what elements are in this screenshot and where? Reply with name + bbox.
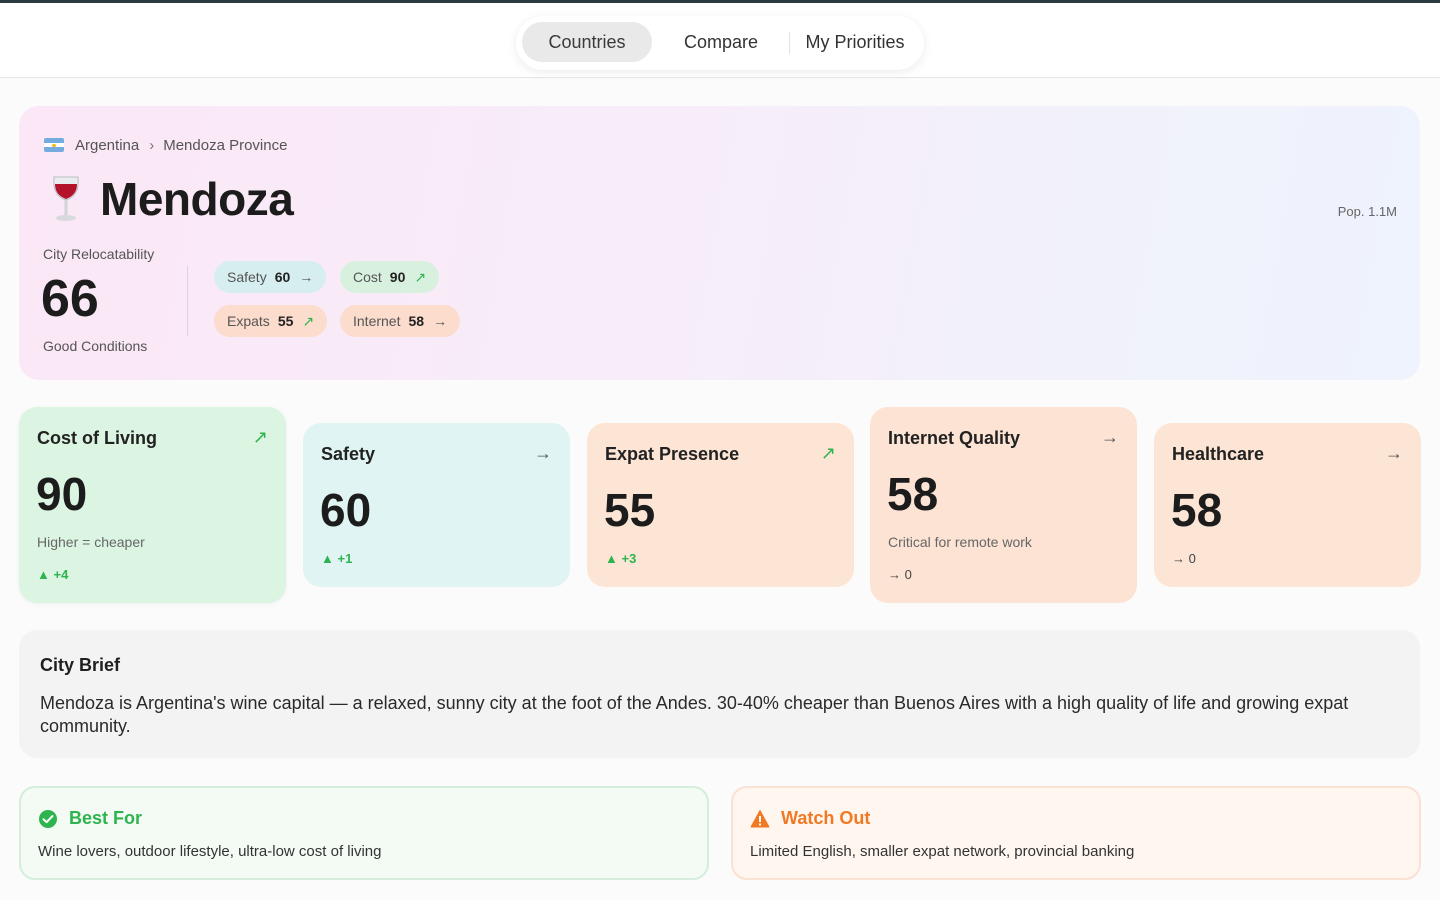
condition-label: Good Conditions <box>43 338 148 354</box>
argentina-flag-icon <box>44 138 64 152</box>
watch-out-card: Watch Out Limited English, smaller expat… <box>731 786 1421 880</box>
city-name: Mendoza <box>100 173 294 225</box>
arrow-right-icon: → <box>1385 443 1403 463</box>
triangle-up-icon: ▲ <box>605 551 618 566</box>
metric-value: 58 <box>1171 484 1223 536</box>
triangle-up-icon: ▲ <box>321 551 334 566</box>
arrow-up-right-icon: ↗ <box>252 427 268 447</box>
nav-divider <box>789 32 790 54</box>
city-brief-card: City Brief Mendoza is Argentina's wine c… <box>19 630 1420 758</box>
watch-out-text: Limited English, smaller expat network, … <box>750 843 1135 860</box>
metric-title: Safety <box>321 444 376 464</box>
relocatability-label: City Relocatability <box>43 246 155 262</box>
metric-title: Expat Presence <box>605 444 740 464</box>
best-for-text: Wine lovers, outdoor lifestyle, ultra-lo… <box>38 843 382 860</box>
warning-icon <box>750 809 770 827</box>
best-for-header: Best For <box>38 808 142 829</box>
metric-subtitle: Higher = cheaper <box>37 534 145 550</box>
top-navigation-bar: Countries Compare My Priorities <box>0 3 1440 78</box>
city-hero-card: Argentina › Mendoza Province Mendoza Pop… <box>19 106 1420 380</box>
chip-label: Expats <box>227 313 270 329</box>
metric-title: Healthcare <box>1172 444 1265 464</box>
metric-delta: ▲ +1 <box>321 551 353 566</box>
tab-my-priorities[interactable]: My Priorities <box>792 22 918 62</box>
chip-value: 90 <box>389 269 406 285</box>
tab-compare[interactable]: Compare <box>666 22 776 62</box>
metric-value: 90 <box>36 468 88 520</box>
nav-tab-group: Countries Compare My Priorities <box>516 16 924 70</box>
chip-label: Safety <box>227 269 267 285</box>
metric-card-expat-presence[interactable]: Expat Presence ↗ 55 ▲ +3 <box>587 423 854 587</box>
city-brief-title: City Brief <box>40 655 121 675</box>
metric-delta: ▲ +3 <box>605 551 637 566</box>
metric-subtitle: Critical for remote work <box>888 534 1032 550</box>
metric-delta: → 0 <box>888 567 912 582</box>
metric-card-safety[interactable]: Safety → 60 ▲ +1 <box>303 423 570 587</box>
arrow-up-right-icon: ↗ <box>414 268 427 285</box>
best-for-card: Best For Wine lovers, outdoor lifestyle,… <box>19 786 709 880</box>
score-divider <box>187 266 188 336</box>
metric-card-healthcare[interactable]: Healthcare → 58 → 0 <box>1154 423 1421 587</box>
chip-value: 55 <box>277 313 294 329</box>
breadcrumb: Argentina › Mendoza Province <box>44 135 287 155</box>
metric-delta: ▲ +4 <box>37 567 69 582</box>
chip-cost[interactable]: Cost 90 ↗ <box>340 261 440 293</box>
breadcrumb-region[interactable]: Mendoza Province <box>163 137 287 154</box>
chip-value: 58 <box>408 313 425 329</box>
metric-card-internet-quality[interactable]: Internet Quality → 58 Critical for remot… <box>870 407 1137 603</box>
arrow-right-icon: → <box>1101 427 1119 447</box>
arrow-right-icon: → <box>433 313 448 329</box>
chevron-right-icon: › <box>149 136 155 154</box>
watch-out-header: Watch Out <box>750 808 870 829</box>
relocatability-score: 66 <box>41 270 99 328</box>
metric-title: Cost of Living <box>37 428 157 448</box>
watch-out-title: Watch Out <box>781 808 871 828</box>
metric-value: 58 <box>887 468 939 520</box>
population-label: Pop. 1.1M <box>1337 204 1397 219</box>
chip-label: Internet <box>353 313 401 329</box>
chip-label: Cost <box>353 269 382 285</box>
chip-expats[interactable]: Expats 55 ↗ <box>214 305 328 337</box>
arrow-up-right-icon: ↗ <box>820 443 836 463</box>
arrow-right-icon: → <box>299 269 314 285</box>
chip-internet[interactable]: Internet 58 → <box>340 305 461 337</box>
arrow-up-right-icon: ↗ <box>302 312 315 329</box>
wine-glass-icon <box>44 174 88 224</box>
tab-countries[interactable]: Countries <box>522 22 652 62</box>
arrow-right-icon: → <box>888 567 901 582</box>
metric-title: Internet Quality <box>888 428 1021 448</box>
arrow-right-icon: → <box>534 443 552 463</box>
city-title-row: Mendoza <box>44 172 294 226</box>
breadcrumb-country[interactable]: Argentina <box>75 137 139 154</box>
metric-value: 60 <box>320 484 372 536</box>
check-circle-icon <box>39 809 57 828</box>
chip-value: 60 <box>274 269 291 285</box>
metric-delta: → 0 <box>1172 551 1196 566</box>
city-brief-text: Mendoza is Argentina's wine capital — a … <box>40 693 1349 736</box>
best-for-title: Best For <box>69 808 143 828</box>
arrow-right-icon: → <box>1172 551 1185 566</box>
metric-card-cost-of-living[interactable]: Cost of Living ↗ 90 Higher = cheaper ▲ +… <box>19 407 286 603</box>
metric-value: 55 <box>604 484 656 536</box>
triangle-up-icon: ▲ <box>37 567 50 582</box>
chip-safety[interactable]: Safety 60 → <box>214 261 327 293</box>
